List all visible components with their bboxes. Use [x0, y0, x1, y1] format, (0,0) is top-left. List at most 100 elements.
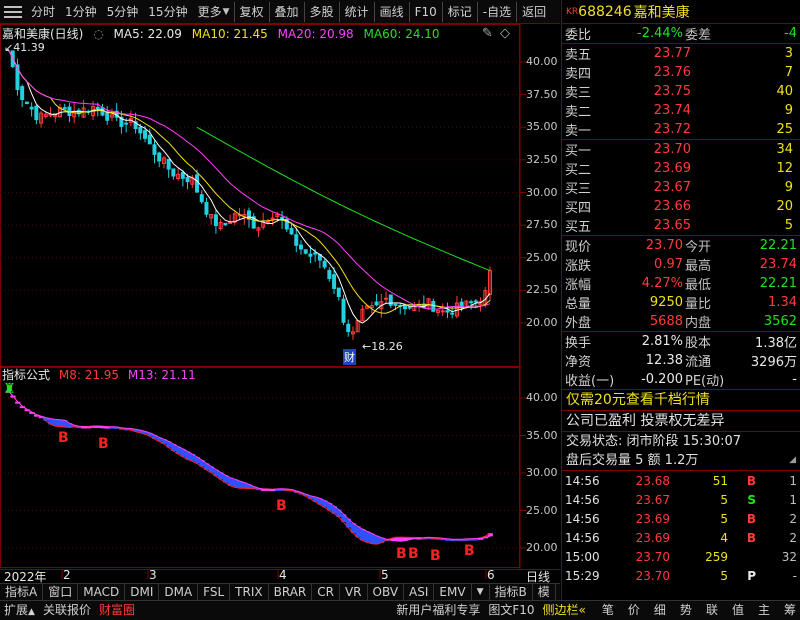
f10-link[interactable]: 图文F10	[484, 601, 538, 620]
fund-label: 换手	[565, 336, 592, 351]
tab-macd[interactable]: MACD	[78, 583, 126, 601]
y-tick-label: 35.00	[526, 120, 558, 134]
y-tick-label: 20.00	[526, 316, 558, 329]
chevron-down-icon[interactable]: ▼	[223, 7, 230, 17]
toolbar-item-duogu[interactable]: 多股	[303, 1, 339, 22]
level-price: 23.67	[653, 180, 691, 195]
toolbar-item-biaoji[interactable]: 标记	[441, 1, 477, 22]
diamond-icon[interactable]: ◇	[500, 26, 510, 41]
tab-vr[interactable]: VR	[340, 583, 368, 601]
toolbar-item-more[interactable]: 更多	[193, 2, 227, 22]
x-month-label: 2	[63, 568, 71, 582]
panel-tab-chou[interactable]: 筹	[780, 601, 800, 620]
ma10-line	[7, 48, 491, 314]
weibi-label: 委比	[565, 28, 592, 43]
level-label: 买一	[565, 144, 592, 159]
stat-label: 外盘	[565, 316, 592, 331]
fund-row: 收益(一) -0.200 PE(动) -	[562, 370, 800, 389]
toolbar-item-fuquan[interactable]: 复权	[233, 1, 269, 22]
tab-emv[interactable]: EMV	[434, 583, 472, 601]
sidebar-button[interactable]: 侧边栏«	[539, 601, 590, 620]
panel-tab-shi[interactable]: 势	[676, 601, 696, 620]
level-price: 23.66	[653, 199, 691, 214]
wealth-circle-button[interactable]: 财富圈	[95, 601, 139, 620]
promo-link[interactable]: 仅需20元查看千档行情	[562, 390, 800, 410]
toolbar-item-fenshi[interactable]: 分时	[26, 2, 60, 22]
edit-icon[interactable]: ✎	[482, 26, 493, 41]
caret-icon[interactable]: ◢	[789, 451, 796, 470]
y-tick-label: 37.50	[526, 87, 558, 101]
settings-icon[interactable]: ◌	[93, 27, 103, 41]
trade-count: 1	[789, 492, 797, 507]
m13-label: M13: 21.11	[127, 368, 196, 382]
candle-body	[180, 171, 185, 179]
stat-row: 外盘 5688 内盘 3562	[562, 312, 800, 331]
toolbar-item-5min[interactable]: 5分钟	[102, 2, 144, 22]
level-volume: 12	[776, 161, 793, 176]
toolbar-item-tongji[interactable]: 统计	[338, 1, 374, 22]
candle-body	[29, 106, 34, 110]
tab-cr[interactable]: CR	[312, 583, 340, 601]
tab-trix[interactable]: TRIX	[230, 583, 269, 601]
level-volume: 9	[784, 180, 793, 195]
y-tick-label: 27.50	[526, 218, 558, 232]
ma20-label: MA20: 20.98	[277, 27, 354, 41]
candle-body	[20, 86, 25, 100]
toolbar-item-15min[interactable]: 15分钟	[143, 2, 192, 22]
trade-volume: 5	[720, 492, 728, 507]
toolbar-item-huaxian[interactable]: 画线	[373, 1, 409, 22]
order-book-row: 卖四 23.76 7	[562, 63, 800, 82]
trade-status: 交易状态: 闭市阶段 15:30:07	[566, 434, 742, 449]
trade-time: 14:56	[565, 511, 600, 526]
expand-button[interactable]: 扩展▲	[0, 601, 39, 620]
candle-body	[450, 312, 455, 315]
ma20-line	[7, 48, 491, 311]
order-book-row: 买一 23.70 34	[562, 140, 800, 159]
menu-icon[interactable]	[4, 3, 22, 21]
order-book-row: 卖五 23.77 3	[562, 44, 800, 63]
level-volume: 5	[784, 218, 793, 233]
tab-indicator-a[interactable]: 指标A	[0, 583, 44, 601]
person-icon[interactable]: ♜	[3, 381, 16, 397]
finance-marker[interactable]: 财	[343, 349, 356, 365]
tab-brar[interactable]: BRAR	[269, 583, 313, 601]
panel-tab-zhi[interactable]: 值	[728, 601, 748, 620]
ma60-label: MA60: 24.10	[363, 27, 440, 41]
panel-tab-xi[interactable]: 细	[650, 601, 670, 620]
weibi-value: -2.44%	[637, 26, 683, 41]
panel-tab-bi[interactable]: 笔	[598, 601, 618, 620]
toolbar-item-zixuan[interactable]: -自选	[476, 1, 516, 22]
panel-tab-zhu[interactable]: 主	[754, 601, 774, 620]
related-quote-button[interactable]: 关联报价	[39, 601, 95, 620]
panel-tab-jia[interactable]: 价	[624, 601, 644, 620]
tab-window[interactable]: 窗口	[43, 583, 79, 601]
trade-count: -	[792, 568, 797, 583]
level-price: 23.75	[653, 84, 691, 99]
stat-value: 1.34	[768, 295, 797, 310]
toolbar-item-diejia[interactable]: 叠加	[268, 1, 304, 22]
stock-name: 嘉和美康	[633, 4, 690, 21]
toolbar-item-1min[interactable]: 1分钟	[60, 2, 102, 22]
x-month-label: 5	[381, 568, 389, 582]
trade-price: 23.69	[635, 530, 670, 545]
order-book-row: 买五 23.65 5	[562, 216, 800, 235]
tab-fsl[interactable]: FSL	[198, 583, 231, 601]
tab-dma[interactable]: DMA	[159, 583, 199, 601]
fund-row: 换手 2.81% 股本 1.38亿	[562, 332, 800, 351]
panel-tab-lian[interactable]: 联	[702, 601, 722, 620]
tab-asi[interactable]: ASI	[404, 583, 435, 601]
level-label: 买四	[565, 201, 592, 216]
new-user-promo-link[interactable]: 新用户福利专享	[392, 601, 484, 620]
toolbar-item-f10[interactable]: F10	[408, 1, 442, 22]
stat-label: 今开	[685, 240, 712, 255]
candle-body	[143, 130, 148, 139]
tab-indicator-b[interactable]: 指标B	[490, 583, 533, 601]
toolbar-item-fanhui[interactable]: 返回	[516, 1, 551, 22]
tab-obv[interactable]: OBV	[368, 583, 405, 601]
level-price: 23.70	[653, 142, 691, 157]
trade-direction: P	[747, 568, 756, 583]
tab-mo[interactable]: 模	[533, 583, 556, 601]
tab-dmi[interactable]: DMI	[125, 583, 160, 601]
chevron-down-icon[interactable]: ▼	[472, 583, 490, 601]
level-label: 买三	[565, 182, 592, 197]
